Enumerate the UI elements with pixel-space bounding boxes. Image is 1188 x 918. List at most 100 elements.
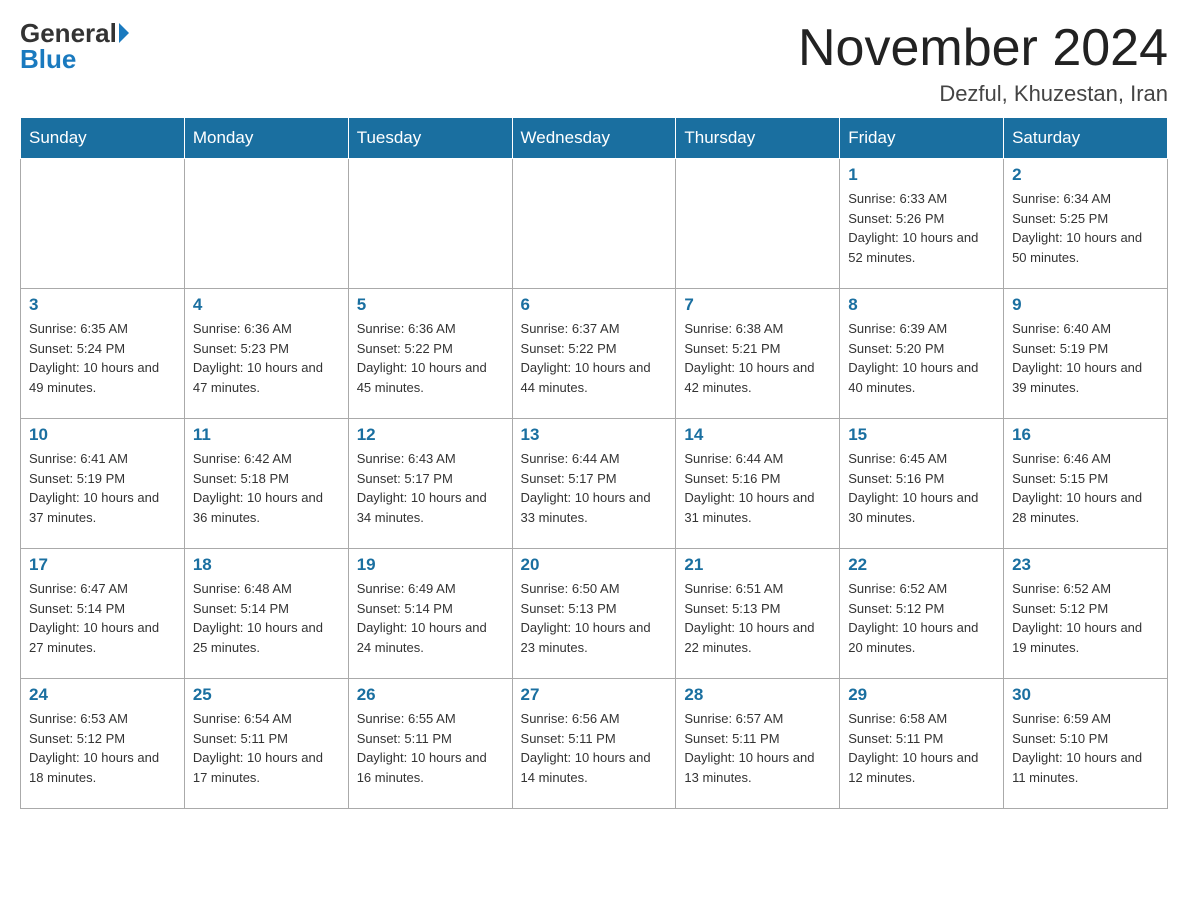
calendar-week-row: 1 Sunrise: 6:33 AMSunset: 5:26 PMDaylight… [21,159,1168,289]
calendar-cell [348,159,512,289]
calendar-cell: 22Sunrise: 6:52 AMSunset: 5:12 PMDayligh… [840,549,1004,679]
day-of-week-header: Thursday [676,118,840,159]
logo-blue-text: Blue [20,46,76,72]
day-of-week-header: Saturday [1004,118,1168,159]
page-header: General Blue November 2024 Dezful, Khuze… [20,20,1168,107]
day-number: 26 [357,685,504,705]
day-info: Sunrise: 6:37 AMSunset: 5:22 PMDaylight:… [521,319,668,397]
day-of-week-header: Tuesday [348,118,512,159]
day-number: 16 [1012,425,1159,445]
calendar-cell: 29 Sunrise: 6:58 AMSunset: 5:11 PMDayligh… [840,679,1004,809]
calendar-header-row: SundayMondayTuesdayWednesdayThursdayFrid… [21,118,1168,159]
calendar-cell: 27Sunrise: 6:56 AMSunset: 5:11 PMDayligh… [512,679,676,809]
day-number: 19 [357,555,504,575]
day-info: Sunrise: 6:46 AMSunset: 5:15 PMDaylight:… [1012,449,1159,527]
calendar-cell: 6 Sunrise: 6:37 AMSunset: 5:22 PMDaylight… [512,289,676,419]
calendar-cell: 12 Sunrise: 6:43 AMSunset: 5:17 PMDayligh… [348,419,512,549]
calendar-cell: 19 Sunrise: 6:49 AMSunset: 5:14 PMDayligh… [348,549,512,679]
calendar-week-row: 3 Sunrise: 6:35 AMSunset: 5:24 PMDaylight… [21,289,1168,419]
calendar-cell: 3 Sunrise: 6:35 AMSunset: 5:24 PMDaylight… [21,289,185,419]
day-info: Sunrise: 6:40 AMSunset: 5:19 PMDaylight:… [1012,319,1159,397]
day-info: Sunrise: 6:45 AMSunset: 5:16 PMDaylight:… [848,449,995,527]
day-info: Sunrise: 6:49 AMSunset: 5:14 PMDaylight:… [357,579,504,657]
day-info: Sunrise: 6:34 AMSunset: 5:25 PMDaylight:… [1012,189,1159,267]
calendar-cell [184,159,348,289]
day-number: 13 [521,425,668,445]
day-number: 11 [193,425,340,445]
day-info: Sunrise: 6:36 AMSunset: 5:23 PMDaylight:… [193,319,340,397]
day-number: 20 [521,555,668,575]
calendar-cell: 20 Sunrise: 6:50 AMSunset: 5:13 PMDayligh… [512,549,676,679]
calendar-cell: 30 Sunrise: 6:59 AMSunset: 5:10 PMDayligh… [1004,679,1168,809]
day-number: 25 [193,685,340,705]
day-info: Sunrise: 6:58 AMSunset: 5:11 PMDaylight:… [848,709,995,787]
day-of-week-header: Friday [840,118,1004,159]
calendar-cell [676,159,840,289]
calendar-cell: 8Sunrise: 6:39 AMSunset: 5:20 PMDaylight… [840,289,1004,419]
day-info: Sunrise: 6:53 AMSunset: 5:12 PMDaylight:… [29,709,176,787]
day-of-week-header: Wednesday [512,118,676,159]
calendar-cell: 2 Sunrise: 6:34 AMSunset: 5:25 PMDaylight… [1004,159,1168,289]
day-info: Sunrise: 6:52 AMSunset: 5:12 PMDaylight:… [1012,579,1159,657]
calendar-cell [512,159,676,289]
calendar-cell: 4Sunrise: 6:36 AMSunset: 5:23 PMDaylight… [184,289,348,419]
day-info: Sunrise: 6:38 AMSunset: 5:21 PMDaylight:… [684,319,831,397]
day-number: 30 [1012,685,1159,705]
day-number: 10 [29,425,176,445]
day-info: Sunrise: 6:41 AMSunset: 5:19 PMDaylight:… [29,449,176,527]
day-number: 24 [29,685,176,705]
day-number: 7 [684,295,831,315]
day-number: 17 [29,555,176,575]
calendar-table: SundayMondayTuesdayWednesdayThursdayFrid… [20,117,1168,809]
calendar-cell: 1 Sunrise: 6:33 AMSunset: 5:26 PMDaylight… [840,159,1004,289]
day-number: 18 [193,555,340,575]
day-number: 28 [684,685,831,705]
calendar-cell: 11 Sunrise: 6:42 AMSunset: 5:18 PMDayligh… [184,419,348,549]
logo-general-text: General [20,20,117,46]
calendar-week-row: 10 Sunrise: 6:41 AMSunset: 5:19 PMDayligh… [21,419,1168,549]
day-number: 8 [848,295,995,315]
day-number: 12 [357,425,504,445]
day-number: 1 [848,165,995,185]
day-number: 6 [521,295,668,315]
day-number: 3 [29,295,176,315]
day-number: 2 [1012,165,1159,185]
day-info: Sunrise: 6:33 AMSunset: 5:26 PMDaylight:… [848,189,995,267]
calendar-cell: 17 Sunrise: 6:47 AMSunset: 5:14 PMDayligh… [21,549,185,679]
calendar-cell: 10 Sunrise: 6:41 AMSunset: 5:19 PMDayligh… [21,419,185,549]
day-info: Sunrise: 6:59 AMSunset: 5:10 PMDaylight:… [1012,709,1159,787]
day-number: 29 [848,685,995,705]
day-info: Sunrise: 6:42 AMSunset: 5:18 PMDaylight:… [193,449,340,527]
calendar-cell: 5 Sunrise: 6:36 AMSunset: 5:22 PMDaylight… [348,289,512,419]
calendar-cell: 28 Sunrise: 6:57 AMSunset: 5:11 PMDayligh… [676,679,840,809]
calendar-cell: 14 Sunrise: 6:44 AMSunset: 5:16 PMDayligh… [676,419,840,549]
day-number: 27 [521,685,668,705]
day-info: Sunrise: 6:57 AMSunset: 5:11 PMDaylight:… [684,709,831,787]
day-info: Sunrise: 6:47 AMSunset: 5:14 PMDaylight:… [29,579,176,657]
day-info: Sunrise: 6:54 AMSunset: 5:11 PMDaylight:… [193,709,340,787]
day-number: 14 [684,425,831,445]
day-info: Sunrise: 6:48 AMSunset: 5:14 PMDaylight:… [193,579,340,657]
calendar-cell: 15 Sunrise: 6:45 AMSunset: 5:16 PMDayligh… [840,419,1004,549]
logo: General Blue [20,20,129,72]
day-info: Sunrise: 6:50 AMSunset: 5:13 PMDaylight:… [521,579,668,657]
day-number: 15 [848,425,995,445]
day-info: Sunrise: 6:36 AMSunset: 5:22 PMDaylight:… [357,319,504,397]
day-number: 5 [357,295,504,315]
day-number: 9 [1012,295,1159,315]
day-info: Sunrise: 6:43 AMSunset: 5:17 PMDaylight:… [357,449,504,527]
calendar-cell: 16 Sunrise: 6:46 AMSunset: 5:15 PMDayligh… [1004,419,1168,549]
calendar-cell: 7 Sunrise: 6:38 AMSunset: 5:21 PMDaylight… [676,289,840,419]
calendar-cell [21,159,185,289]
day-of-week-header: Monday [184,118,348,159]
calendar-cell: 23 Sunrise: 6:52 AMSunset: 5:12 PMDayligh… [1004,549,1168,679]
location-subtitle: Dezful, Khuzestan, Iran [798,81,1168,107]
calendar-cell: 25 Sunrise: 6:54 AMSunset: 5:11 PMDayligh… [184,679,348,809]
day-info: Sunrise: 6:52 AMSunset: 5:12 PMDaylight:… [848,579,995,657]
calendar-cell: 9 Sunrise: 6:40 AMSunset: 5:19 PMDaylight… [1004,289,1168,419]
calendar-cell: 13 Sunrise: 6:44 AMSunset: 5:17 PMDayligh… [512,419,676,549]
day-info: Sunrise: 6:35 AMSunset: 5:24 PMDaylight:… [29,319,176,397]
day-info: Sunrise: 6:44 AMSunset: 5:17 PMDaylight:… [521,449,668,527]
day-number: 23 [1012,555,1159,575]
day-info: Sunrise: 6:44 AMSunset: 5:16 PMDaylight:… [684,449,831,527]
